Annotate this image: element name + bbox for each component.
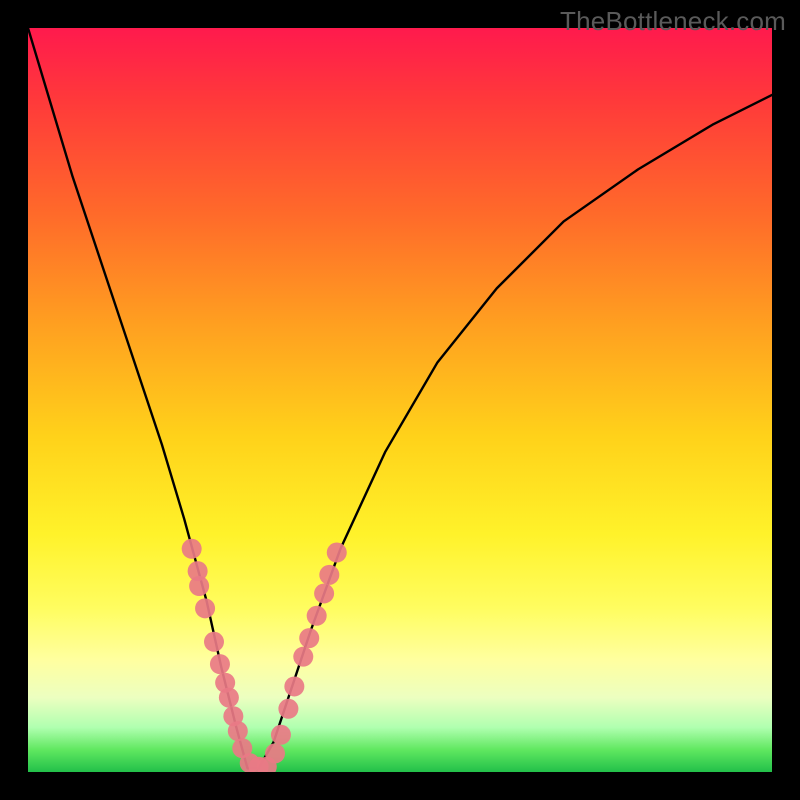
plot-area: [28, 28, 772, 772]
curve-path: [28, 28, 772, 768]
data-point: [307, 606, 327, 626]
data-point: [284, 676, 304, 696]
data-point: [265, 743, 285, 763]
marker-group: [182, 539, 347, 772]
data-point: [299, 628, 319, 648]
data-point: [293, 647, 313, 667]
chart-frame: TheBottleneck.com: [0, 0, 800, 800]
data-point: [319, 565, 339, 585]
data-point: [314, 583, 334, 603]
watermark-text: TheBottleneck.com: [560, 6, 786, 37]
data-point: [271, 725, 291, 745]
data-point: [195, 598, 215, 618]
data-point: [210, 654, 230, 674]
data-point: [189, 576, 209, 596]
bottleneck-curve: [28, 28, 772, 768]
data-point: [182, 539, 202, 559]
data-point: [327, 543, 347, 563]
data-point: [219, 688, 239, 708]
chart-svg: [28, 28, 772, 772]
data-point: [278, 699, 298, 719]
data-point: [204, 632, 224, 652]
data-point: [228, 721, 248, 741]
